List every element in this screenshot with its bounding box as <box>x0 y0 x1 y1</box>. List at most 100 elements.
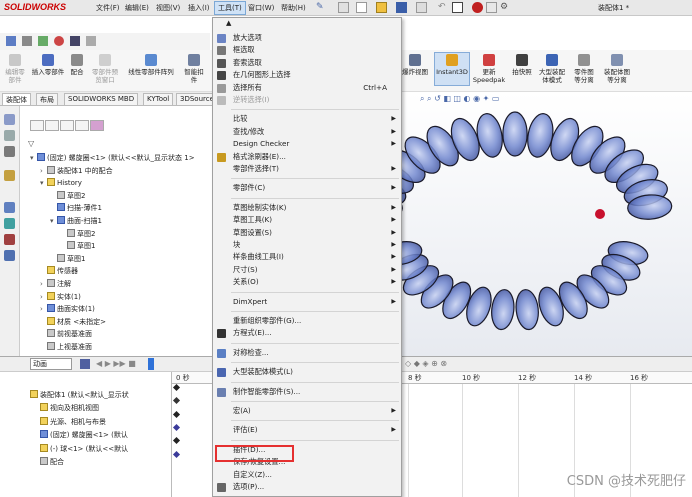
linear-pattern-button[interactable]: 线性零部件阵列 <box>124 54 178 76</box>
animation-keys-icon[interactable]: ◇ ◆ ◈ ⊕ ⊗ <box>405 359 447 368</box>
tools-menu-item[interactable]: 草图设置(S) ▶ <box>213 227 401 239</box>
motion-tree-item[interactable]: 光源、相机与布景 <box>40 416 106 427</box>
search-icon[interactable] <box>4 170 15 181</box>
custom-props-icon[interactable] <box>4 234 15 245</box>
tree-item[interactable]: 草图2 <box>50 190 85 201</box>
tools-menu-item[interactable]: 制作智能零部件(S)... <box>213 386 401 398</box>
save-icon[interactable] <box>396 2 407 13</box>
menu-window[interactable]: 窗口(W) <box>248 3 274 13</box>
filter-icon[interactable]: ▽ <box>28 139 34 148</box>
expand-caret-icon[interactable]: › <box>40 167 47 175</box>
pin-icon[interactable]: ✎ <box>316 2 327 13</box>
file-props-icon[interactable] <box>486 2 497 13</box>
point-icon[interactable] <box>54 36 64 46</box>
motion-tree-item[interactable]: (固定) 螺旋圈<1> (默认 <box>40 430 128 440</box>
time-slider-handle[interactable] <box>148 358 154 370</box>
update-speedpak-button[interactable]: 更新 Speedpak <box>472 54 506 84</box>
home-icon[interactable] <box>338 2 349 13</box>
rebuild-icon[interactable] <box>472 2 483 13</box>
tools-menu-item[interactable]: 尺寸(S) ▶ <box>213 264 401 276</box>
tree-item[interactable]: 上视基准面 <box>40 342 92 352</box>
scene-icon[interactable]: ✦ <box>483 94 490 103</box>
motion-tree-item[interactable]: 视向及相机视图 <box>40 403 99 413</box>
component-preview-button[interactable]: 零部件预 览窗口 <box>88 54 122 84</box>
appearance-icon[interactable] <box>4 218 15 229</box>
previous-view-icon[interactable]: ↺ <box>434 94 441 103</box>
motion-tree-item[interactable]: (-) 球<1> (默认<<默认 <box>40 443 128 454</box>
expand-caret-icon[interactable]: ▾ <box>30 154 37 162</box>
tab-layout[interactable]: 布局 <box>36 93 58 105</box>
tools-menu-item[interactable]: Design Checker ▶ <box>213 138 401 150</box>
large-assembly-mode-button[interactable]: 大型装配 体模式 <box>536 54 568 84</box>
tab-assembly[interactable]: 装配体 <box>2 93 31 105</box>
assembly-drawing-button[interactable]: 装配体图 等分离 <box>600 54 634 84</box>
tools-menu-item[interactable]: 框选取 <box>213 44 401 56</box>
tools-menu-item[interactable]: 选项(P)... <box>213 481 401 493</box>
tree-item[interactable]: 草图1 <box>60 241 95 251</box>
tools-menu-item[interactable]: 宏(A) ▶ <box>213 405 401 417</box>
tools-menu-item[interactable]: 草图绘制实体(K) ▶ <box>213 202 401 214</box>
view-orientation-icon[interactable]: ◫ <box>453 94 461 103</box>
smart-fasteners-button[interactable]: 智能扣 件 <box>180 54 208 84</box>
dimxpert-tab[interactable] <box>75 120 89 131</box>
property-tab[interactable] <box>45 120 59 131</box>
hide-show-icon[interactable]: ◉ <box>473 94 480 103</box>
tools-menu-item[interactable]: 关系(O) ▶ <box>213 276 401 288</box>
display-tab[interactable] <box>90 120 104 131</box>
instant3d-button[interactable]: Instant3D <box>434 52 470 86</box>
tools-menu-item[interactable]: 在几何图形上选择 <box>213 69 401 81</box>
ball-part[interactable] <box>595 209 605 219</box>
view-palette-icon[interactable] <box>4 202 15 213</box>
mate-button[interactable]: 配合 <box>68 54 86 76</box>
tools-menu-item[interactable]: 方程式(E)... <box>213 327 401 339</box>
display-style-icon[interactable]: ◐ <box>464 94 471 103</box>
line-icon[interactable] <box>22 36 32 46</box>
edit-component-button[interactable]: 编辑零 部件 <box>2 54 28 84</box>
tree-item[interactable]: 草图2 <box>60 228 95 239</box>
print-icon[interactable] <box>416 2 427 13</box>
tree-item[interactable]: 材质 <未指定> <box>40 316 106 327</box>
undo-icon[interactable]: ↶ <box>438 2 449 13</box>
menu-scroll-up-icon[interactable]: ▲ <box>226 19 231 27</box>
tree-item[interactable]: ▾ 曲面-扫描1 <box>50 216 102 226</box>
tab-mbd[interactable]: SOLIDWORKS MBD <box>64 93 139 105</box>
options-gear-icon[interactable]: ⚙ <box>500 2 511 13</box>
expand-caret-icon[interactable]: › <box>40 305 47 313</box>
tree-item[interactable]: 草图1 <box>50 253 85 264</box>
tree-item[interactable]: 扫描-薄件1 <box>50 203 102 213</box>
menu-tools[interactable]: 工具(T) <box>214 1 246 15</box>
tools-menu-item[interactable]: 草图工具(K) ▶ <box>213 214 401 226</box>
tab-kytool[interactable]: KYTool <box>143 93 174 105</box>
part-drawing-button[interactable]: 零件图 等分离 <box>569 54 599 84</box>
tools-menu-item[interactable]: 重新组织零部件(G)... <box>213 315 401 327</box>
study-type-select[interactable]: 动画 <box>30 358 72 370</box>
tools-menu-item[interactable]: 格式涂刷器(E)... <box>213 151 401 163</box>
feature-tree-tab[interactable] <box>30 120 44 131</box>
expand-caret-icon[interactable]: ▾ <box>40 179 47 187</box>
toolbox-icon[interactable] <box>4 250 15 261</box>
tools-menu-item[interactable]: 零部件(C) ▶ <box>213 182 401 194</box>
tree-item[interactable]: 前视基准面 <box>40 329 92 339</box>
menu-view[interactable]: 视图(V) <box>156 3 180 13</box>
motion-tree-item[interactable]: 装配体1 (默认<默认_显示状 <box>30 390 129 400</box>
tree-item[interactable]: › 注解 <box>40 279 71 289</box>
monitor-icon[interactable]: ▭ <box>492 94 500 103</box>
menu-help[interactable]: 帮助(H) <box>281 3 306 13</box>
tools-menu-item[interactable]: 自定义(Z)... <box>213 469 401 481</box>
tools-menu-item[interactable]: 放大选项 <box>213 32 401 44</box>
library-icon[interactable] <box>4 130 15 141</box>
menu-file[interactable]: 文件(F) <box>96 3 120 13</box>
menu-insert[interactable]: 插入(I) <box>188 3 210 13</box>
section-view-icon[interactable]: ◧ <box>443 94 451 103</box>
tools-menu-item[interactable]: 评估(E) ▶ <box>213 424 401 436</box>
snapshot-button[interactable]: 拍快照 <box>508 54 536 76</box>
zoom-fit-icon[interactable]: ⌕ <box>420 94 424 103</box>
new-icon[interactable] <box>356 2 367 13</box>
menu-edit[interactable]: 编辑(E) <box>125 3 149 13</box>
tree-item[interactable]: › 实体(1) <box>40 291 81 302</box>
tools-menu-item[interactable]: 比较 ▶ <box>213 113 401 125</box>
motion-tree-item[interactable]: 配合 <box>40 457 64 467</box>
expand-caret-icon[interactable]: › <box>40 293 47 301</box>
tools-menu-item[interactable]: 样条曲线工具(I) ▶ <box>213 251 401 263</box>
tree-item[interactable]: ▾ (固定) 螺旋圈<1> (默认<<默认_显示状态 1> <box>30 153 195 163</box>
